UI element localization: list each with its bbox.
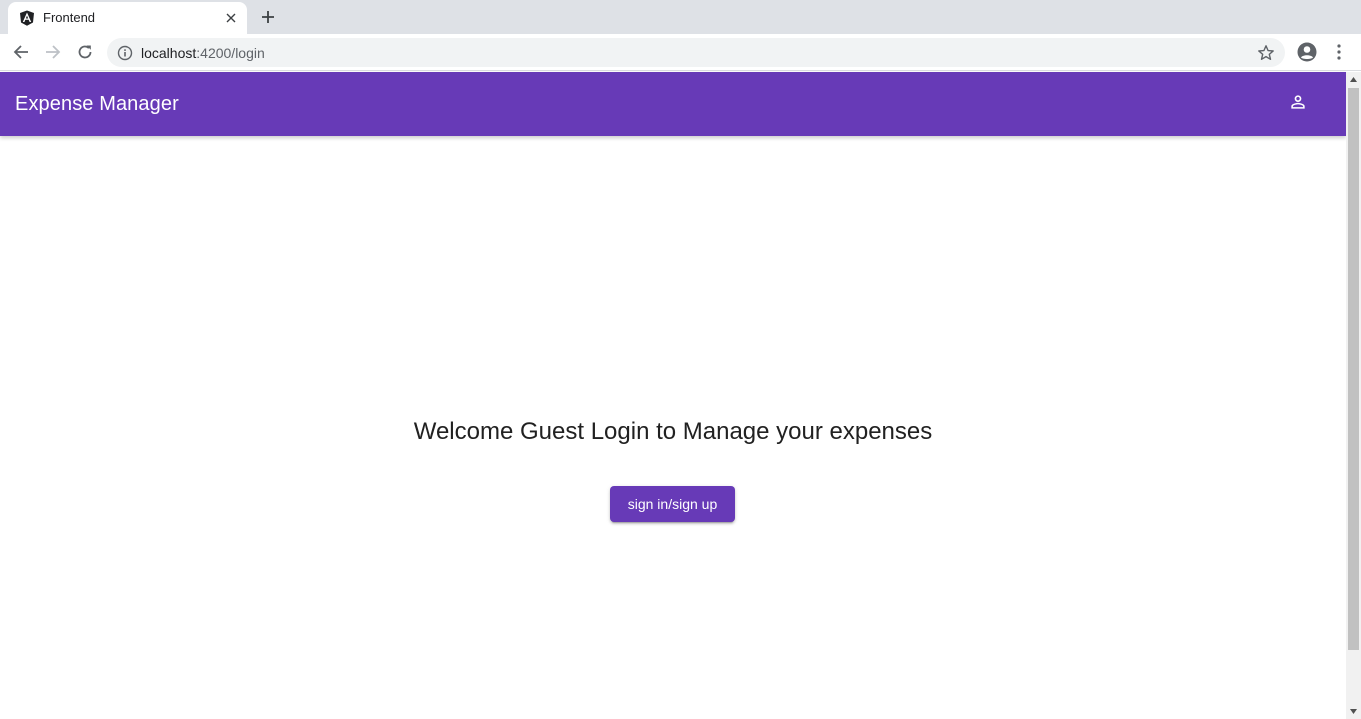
scrollbar-thumb[interactable] [1348,88,1359,650]
info-icon[interactable] [117,45,133,61]
app-title: Expense Manager [15,93,179,115]
url-text: localhost:4200/login [141,45,265,61]
kebab-menu-icon[interactable] [1331,41,1347,63]
url-path: :4200/login [196,45,265,61]
signin-signup-button[interactable]: sign in/sign up [610,486,735,522]
reload-icon[interactable] [73,40,97,64]
tab-strip: Frontend [0,0,1361,34]
scroll-up-arrow[interactable] [1346,72,1361,87]
app-toolbar: Expense Manager [0,72,1346,136]
page-scrollbar[interactable] [1346,72,1361,719]
browser-tab[interactable]: Frontend [8,2,247,34]
address-bar[interactable]: localhost:4200/login [107,38,1285,67]
angular-icon [19,10,35,26]
arrow-left-icon[interactable] [9,40,33,64]
account-circle-icon[interactable] [1296,41,1318,63]
page-viewport: Expense Manager Welcome Guest Login to M… [0,72,1361,719]
account-button[interactable] [1278,84,1318,124]
close-icon[interactable] [223,10,239,26]
url-host: localhost [141,45,197,61]
star-icon[interactable] [1257,44,1275,62]
scroll-down-arrow[interactable] [1346,704,1361,719]
tab-title: Frontend [43,10,96,25]
person-icon [1288,92,1308,117]
arrow-right-icon[interactable] [41,40,65,64]
plus-icon[interactable] [256,5,280,29]
welcome-heading: Welcome Guest Login to Manage your expen… [413,418,933,445]
browser-toolbar: localhost:4200/login [0,34,1361,71]
